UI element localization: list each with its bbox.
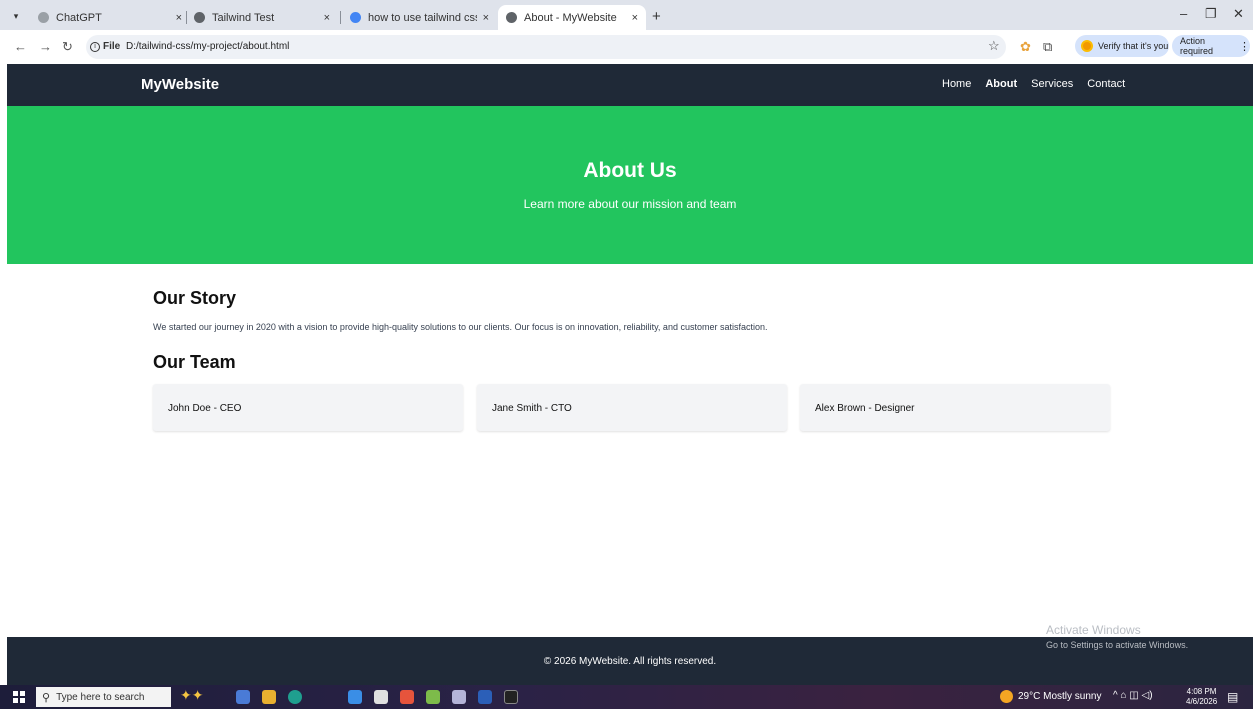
footer-copyright: © 2026 MyWebsite. All rights reserved. [543, 656, 717, 667]
tab-google-search[interactable]: how to use tailwind css in wind × [342, 5, 497, 30]
tab-label: About - MyWebsite [524, 11, 617, 24]
action-label: Action required [1180, 36, 1214, 56]
reload-icon[interactable]: ↻ [62, 39, 73, 55]
chrome-icon[interactable] [400, 690, 414, 704]
tab-label: how to use tailwind css in wind [368, 11, 477, 24]
nav-link-about[interactable]: About [985, 78, 1017, 90]
info-icon: i [90, 41, 100, 52]
story-heading: Our Story [153, 288, 237, 308]
notepad-icon[interactable] [426, 690, 440, 704]
verify-label: Verify that it's you [1098, 41, 1169, 51]
verify-identity-button[interactable]: Verify that it's you [1075, 35, 1169, 57]
activate-windows-title: Activate Windows [1046, 623, 1141, 637]
forward-arrow-icon[interactable]: → [39, 39, 52, 54]
kebab-menu-icon[interactable]: ⋮ [1239, 40, 1250, 53]
tab-chatgpt[interactable]: ChatGPT × [30, 5, 190, 30]
url-scheme-label: File [103, 41, 121, 52]
terminal-icon[interactable] [504, 690, 518, 704]
tab-divider [340, 11, 341, 24]
search-placeholder: Type here to search [56, 691, 145, 703]
restore-icon[interactable]: ❐ [1205, 6, 1217, 22]
google-favicon-icon [350, 12, 361, 23]
search-icon: ⚲ [42, 691, 51, 704]
new-tab-button[interactable]: + [652, 8, 661, 25]
hero-subtitle: Learn more about our mission and team [523, 197, 737, 211]
hero-banner: About Us Learn more about our mission an… [7, 106, 1253, 264]
globe-favicon-icon [506, 12, 517, 23]
site-navbar: MyWebsite Home About Services Contact [7, 64, 1253, 106]
browser-tab-strip: ▾ ChatGPT × Tailwind Test × how to use t… [0, 0, 1253, 30]
site-brand[interactable]: MyWebsite [141, 76, 219, 93]
nav-link-services[interactable]: Services [1031, 78, 1073, 90]
tab-close-icon[interactable]: × [324, 12, 330, 24]
bookmark-star-icon[interactable]: ☆ [988, 38, 1000, 54]
site-nav-links: Home About Services Contact [942, 78, 1125, 90]
chatgpt-favicon-icon [38, 12, 49, 23]
activate-windows-subtitle: Go to Settings to activate Windows. [1046, 640, 1189, 650]
profile-avatar-icon [1081, 40, 1093, 52]
taskbar-clock[interactable]: 4:08 PM 4/6/2026 [1186, 687, 1217, 707]
windows-taskbar: ⚲ Type here to search ✦✦ 29°C Mostly sun… [0, 685, 1253, 709]
notification-icon[interactable]: ▤ [1227, 690, 1238, 704]
site-info-button[interactable]: i File [90, 41, 120, 52]
weather-sun-icon [1000, 690, 1013, 703]
team-member-label: Alex Brown - Designer [815, 403, 915, 414]
action-required-button[interactable]: Action required ⋮ [1172, 35, 1250, 57]
team-member-label: John Doe - CEO [168, 403, 242, 414]
tab-close-icon[interactable]: × [176, 12, 182, 24]
word-icon[interactable] [478, 690, 492, 704]
team-member-label: Jane Smith - CTO [492, 403, 572, 414]
clock-date: 4/6/2026 [1186, 697, 1218, 706]
minimize-icon[interactable]: – [1180, 6, 1187, 21]
taskbar-search-box[interactable]: ⚲ Type here to search [36, 687, 171, 707]
tab-close-icon[interactable]: × [483, 12, 489, 24]
hero-title: About Us [583, 159, 677, 182]
browser-toolbar: ← → ↻ i File D:/tailwind-css/my-project/… [0, 30, 1253, 64]
copilot-icon[interactable]: ✦✦ [180, 687, 203, 704]
address-bar[interactable]: i File D:/tailwind-css/my-project/about.… [86, 35, 1006, 59]
system-tray-icons[interactable]: ^ ⌂ ◫ ◁) [1113, 690, 1153, 701]
extension-puzzle-icon[interactable]: ✿ [1020, 39, 1031, 55]
team-card: Jane Smith - CTO [477, 384, 787, 431]
paint-icon[interactable] [452, 690, 466, 704]
weather-text: 29°C Mostly sunny [1018, 691, 1102, 702]
globe-favicon-icon [194, 12, 205, 23]
tab-about-mywebsite[interactable]: About - MyWebsite × [498, 5, 646, 30]
app-icon[interactable] [236, 690, 250, 704]
story-text: We started our journey in 2020 with a vi… [153, 322, 768, 332]
team-heading: Our Team [153, 352, 236, 372]
team-card: John Doe - CEO [153, 384, 463, 431]
tab-tailwind-test[interactable]: Tailwind Test × [186, 5, 338, 30]
url-text: D:/tailwind-css/my-project/about.html [126, 41, 290, 52]
clock-time: 4:08 PM [1186, 687, 1217, 696]
tab-close-icon[interactable]: × [632, 12, 638, 24]
back-arrow-icon[interactable]: ← [14, 39, 27, 54]
nav-link-home[interactable]: Home [942, 78, 971, 90]
app-icon[interactable] [348, 690, 362, 704]
edge-browser-icon[interactable] [288, 690, 302, 704]
window-close-icon[interactable]: ✕ [1233, 6, 1244, 22]
nav-link-contact[interactable]: Contact [1087, 78, 1125, 90]
team-card: Alex Brown - Designer [800, 384, 1110, 431]
tab-label: ChatGPT [56, 11, 102, 24]
extensions-icon[interactable]: ⧉ [1043, 39, 1052, 55]
store-icon[interactable] [374, 690, 388, 704]
weather-widget[interactable]: 29°C Mostly sunny [1000, 690, 1101, 703]
file-explorer-icon[interactable] [262, 690, 276, 704]
windows-start-icon[interactable] [13, 691, 25, 703]
tab-label: Tailwind Test [212, 11, 275, 24]
tab-search-button[interactable]: ▾ [8, 8, 24, 24]
